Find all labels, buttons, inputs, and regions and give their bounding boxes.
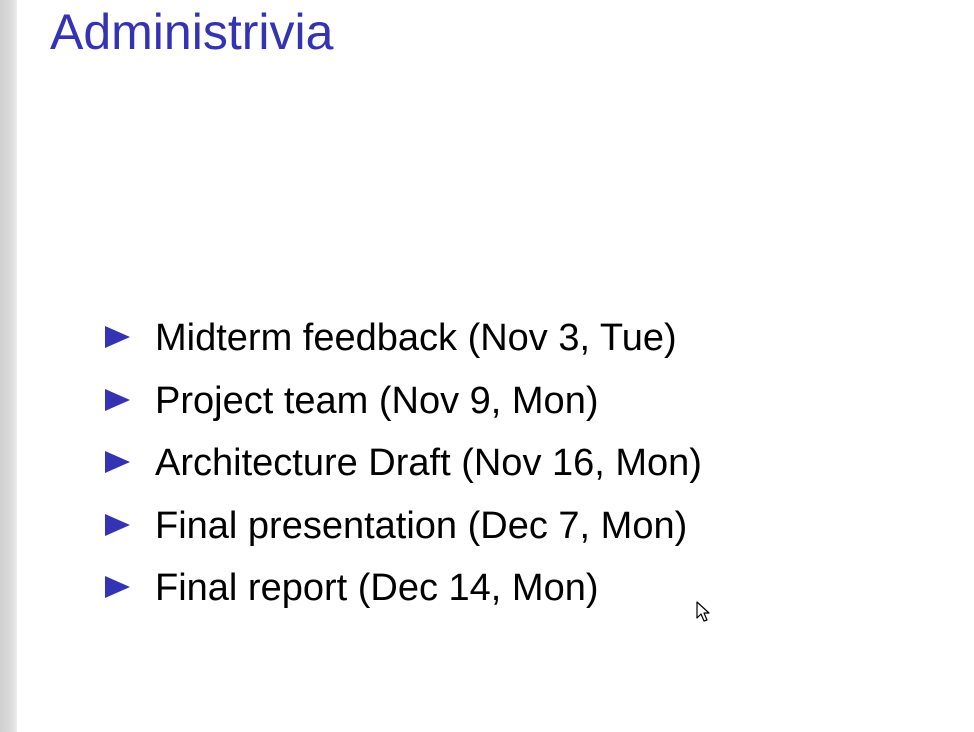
triangle-right-icon: [105, 513, 130, 536]
bullet-text: Final presentation (Dec 7, Mon): [155, 504, 688, 547]
viewer-left-edge: [0, 0, 17, 732]
document-viewer[interactable]: Administrivia Midterm feedback (Nov 3, T…: [0, 0, 974, 732]
list-item: Midterm feedback (Nov 3, Tue): [105, 307, 702, 370]
bullet-text: Final report (Dec 14, Mon): [155, 567, 599, 610]
bullet-text: Project team (Nov 9, Mon): [155, 379, 599, 422]
slide-page: Administrivia Midterm feedback (Nov 3, T…: [17, 0, 974, 732]
triangle-right-icon: [105, 576, 130, 599]
list-item: Final report (Dec 14, Mon): [105, 557, 702, 620]
list-item: Final presentation (Dec 7, Mon): [105, 495, 702, 558]
triangle-right-icon: [105, 388, 130, 411]
slide-title: Administrivia: [50, 4, 334, 60]
triangle-right-icon: [105, 326, 130, 349]
bullet-text: Midterm feedback (Nov 3, Tue): [155, 317, 677, 360]
bullet-text: Architecture Draft (Nov 16, Mon): [155, 442, 702, 485]
list-item: Architecture Draft (Nov 16, Mon): [105, 432, 702, 495]
list-item: Project team (Nov 9, Mon): [105, 370, 702, 433]
mouse-pointer-icon: [696, 601, 710, 622]
bullet-list: Midterm feedback (Nov 3, Tue) Project te…: [105, 307, 702, 620]
triangle-right-icon: [105, 451, 130, 474]
